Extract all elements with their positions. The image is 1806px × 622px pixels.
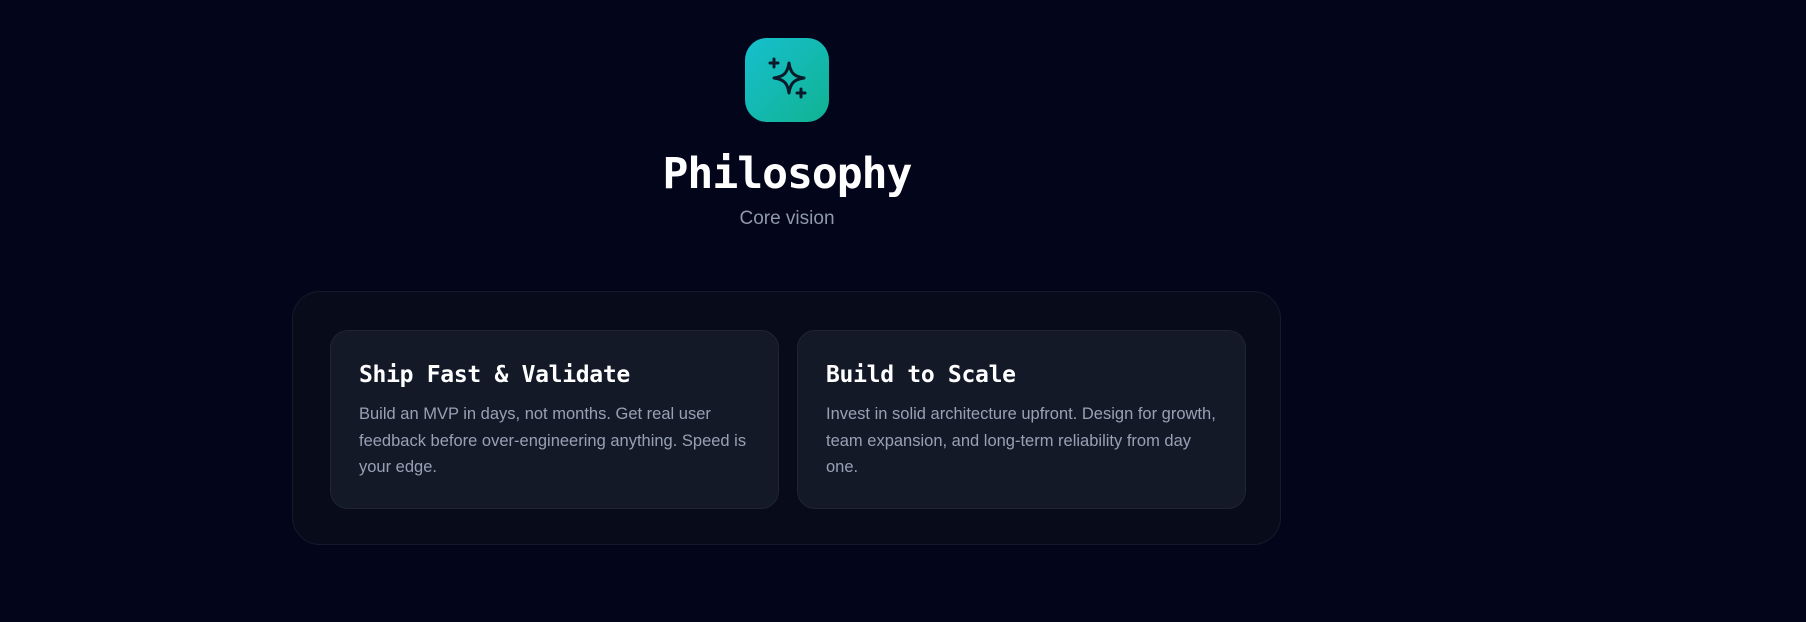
card-title: Ship Fast & Validate: [359, 362, 630, 388]
philosophy-panel: Ship Fast & Validate Build an MVP in day…: [292, 291, 1281, 545]
card-build-to-scale: Build to Scale Invest in solid architect…: [797, 330, 1246, 509]
philosophy-logo: [745, 38, 829, 122]
page-title: Philosophy: [662, 149, 913, 199]
card-title: Build to Scale: [826, 362, 1016, 388]
card-description: Invest in solid architecture upfront. De…: [826, 405, 1216, 476]
sparkles-icon: [768, 57, 807, 99]
card-ship-fast: Ship Fast & Validate Build an MVP in day…: [330, 330, 779, 509]
page-subtitle: Core vision: [739, 208, 835, 229]
card-description: Build an MVP in days, not months. Get re…: [359, 405, 747, 476]
